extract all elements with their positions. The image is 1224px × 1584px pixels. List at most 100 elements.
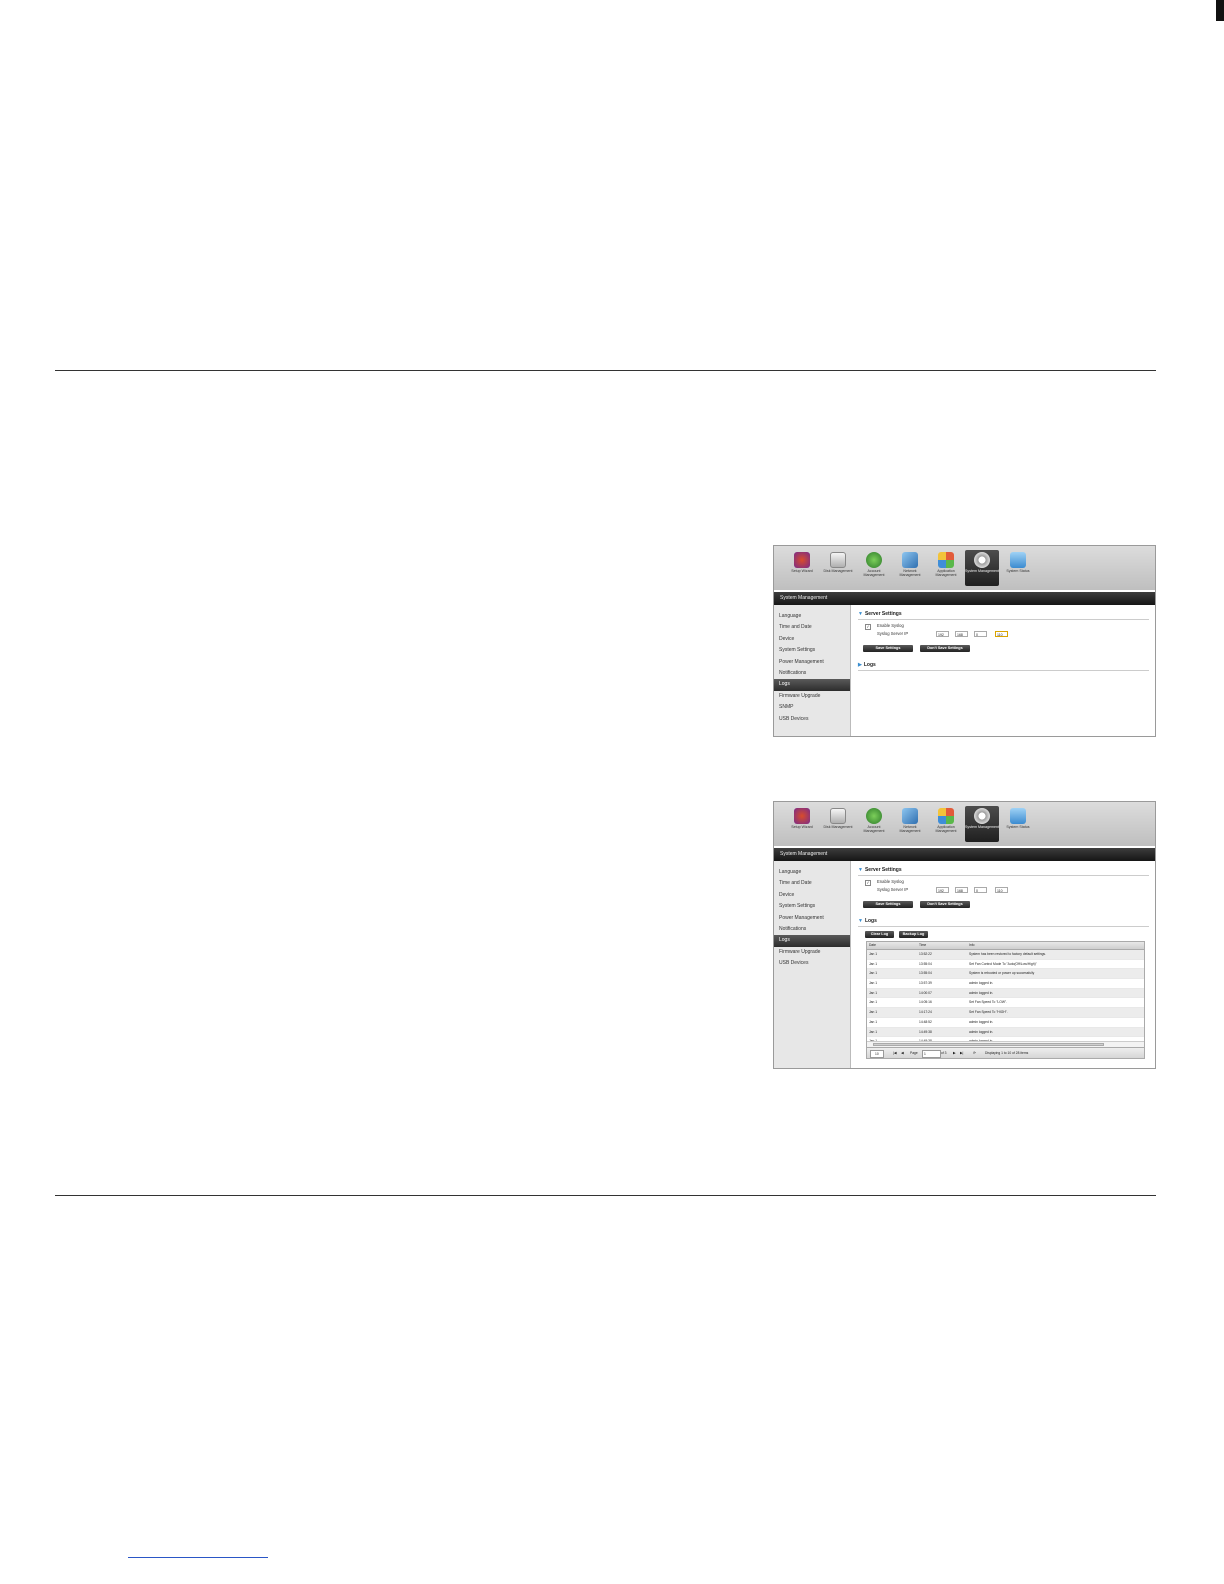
ip-octet-4[interactable]: 110 [995, 631, 1008, 637]
column-info[interactable]: Info [969, 942, 1139, 949]
toolbar-account-management[interactable]: Account Management [857, 806, 891, 842]
server-settings-header[interactable]: ▼ Server Settings [858, 610, 1149, 620]
sidebar-item-logs[interactable]: Logs [774, 935, 850, 947]
enable-syslog-checkbox[interactable]: ✓ [865, 880, 871, 886]
toolbar-network-management[interactable]: Network Management [893, 550, 927, 586]
ip-octet-3[interactable]: 0 [974, 631, 987, 637]
table-row[interactable]: Jan 1 13:52:22 System has been restored to… [867, 950, 1144, 960]
sidebar-item-notifications[interactable]: Notifications [774, 668, 850, 679]
toolbar-system-management[interactable]: System Management [965, 806, 999, 842]
backup-log-button[interactable]: Backup Log [899, 931, 928, 938]
cell-info: admin logged in. [969, 1019, 994, 1024]
panel-title: System Management [774, 848, 1155, 861]
toolbar-system-status[interactable]: System Status [1001, 806, 1035, 842]
table-row[interactable]: Jan 1 13:55:04 System is rebooted or power… [867, 969, 1144, 980]
toolbar-application-management[interactable]: Application Management [929, 806, 963, 842]
screenshot-syslog-logs: Setup Wizard Disk Management Account Man… [773, 801, 1156, 1069]
cell-date: Jan 1 [869, 952, 878, 956]
table-row[interactable]: Jan 1 14:48:52 admin logged in. [867, 1018, 1144, 1028]
enable-syslog-label: Enable Syslog [877, 623, 904, 628]
last-page-icon[interactable]: ▶| [960, 1048, 963, 1058]
sidebar-item-language[interactable]: Language [774, 867, 850, 878]
toolbar-setup-wizard[interactable]: Setup Wizard [785, 550, 819, 586]
system-status-icon [1010, 552, 1026, 568]
dont-save-settings-button[interactable]: Don't Save Settings [920, 901, 970, 908]
page-of-label: of 3 [941, 1051, 947, 1055]
dont-save-settings-button[interactable]: Don't Save Settings [920, 645, 970, 652]
table-row[interactable]: Jan 1 13:55:04 Set Fan Control Mode To "Au… [867, 960, 1144, 970]
sidebar-item-device[interactable]: Device [774, 634, 850, 645]
cell-info: admin logged in. [969, 981, 994, 986]
column-date[interactable]: Date [869, 942, 917, 949]
syslog-server-ip-label: Syslog Server IP [877, 887, 909, 892]
per-page-select[interactable]: 10 [870, 1050, 884, 1058]
next-page-icon[interactable]: ▶ [953, 1048, 956, 1058]
sidebar-item-power-management[interactable]: Power Management [774, 657, 850, 668]
toolbar-application-management[interactable]: Application Management [929, 550, 963, 586]
expanded-triangle-icon: ▼ [858, 867, 863, 873]
cell-date: Jan 1 [869, 971, 878, 976]
network-management-icon [902, 808, 918, 824]
sidebar-item-usb-devices[interactable]: USB Devices [774, 714, 850, 725]
pagination-bar: 10 |◀ ◀ Page 1 of 3 ▶ ▶| ⟳ Displaying 1 … [867, 1047, 1144, 1058]
sidebar-item-snmp[interactable]: SNMP [774, 702, 850, 713]
ip-octet-2[interactable]: 168 [955, 887, 968, 893]
prev-page-icon[interactable]: ◀ [901, 1048, 904, 1058]
table-row[interactable]: Jan 1 13:57:39 admin logged in. [867, 979, 1144, 989]
toolbar-setup-wizard[interactable]: Setup Wizard [785, 806, 819, 842]
sidebar-item-firmware-upgrade[interactable]: Firmware Upgrade [774, 691, 850, 702]
toolbar-network-management[interactable]: Network Management [893, 806, 927, 842]
toolbar-system-status[interactable]: System Status [1001, 550, 1035, 586]
refresh-icon[interactable]: ⟳ [973, 1048, 976, 1058]
expanded-triangle-icon: ▼ [858, 918, 863, 924]
sidebar-item-language[interactable]: Language [774, 611, 850, 622]
toolbar-disk-management[interactable]: Disk Management [821, 806, 855, 842]
sidebar-item-system-settings[interactable]: System Settings [774, 901, 850, 912]
sidebar: Language Time and Date Device System Set… [774, 861, 851, 1068]
logs-table: Date Time Info Jan 1 13:52:22 System has b… [866, 941, 1145, 1059]
first-page-icon[interactable]: |◀ [893, 1048, 896, 1058]
sidebar-item-firmware-upgrade[interactable]: Firmware Upgrade [774, 947, 850, 958]
clear-log-button[interactable]: Clear Log [865, 931, 894, 938]
toolbar-disk-management[interactable]: Disk Management [821, 550, 855, 586]
ip-octet-1[interactable]: 192 [936, 631, 949, 637]
ip-octet-3[interactable]: 0 [974, 887, 987, 893]
system-management-icon [974, 552, 990, 568]
cell-time: 13:55:04 [919, 961, 932, 966]
table-row[interactable]: Jan 1 14:49:38 admin logged in. [867, 1027, 1144, 1038]
server-settings-header[interactable]: ▼ Server Settings [858, 866, 1149, 876]
toolbar-system-management[interactable]: System Management [965, 550, 999, 586]
save-settings-button[interactable]: Save Settings [863, 901, 913, 908]
sidebar-item-logs[interactable]: Logs [774, 679, 850, 691]
sidebar-item-power-management[interactable]: Power Management [774, 913, 850, 924]
ip-octet-2[interactable]: 168 [955, 631, 968, 637]
save-settings-button[interactable]: Save Settings [863, 645, 913, 652]
main-toolbar: Setup Wizard Disk Management Account Man… [774, 546, 1155, 590]
main-content: ▼ Server Settings ✓ Enable Syslog Syslog … [852, 861, 1155, 1068]
sidebar-item-device[interactable]: Device [774, 890, 850, 901]
sidebar-item-system-settings[interactable]: System Settings [774, 645, 850, 656]
column-time[interactable]: Time [919, 942, 967, 949]
logs-header-collapsed[interactable]: ▶ Logs [858, 661, 1149, 671]
table-row[interactable]: Jan 1 14:17:24 Set Fan Speed To "HIGH". [867, 1008, 1144, 1018]
table-row[interactable]: Jan 1 14:00:07 admin logged in. [867, 988, 1144, 999]
sidebar-item-notifications[interactable]: Notifications [774, 924, 850, 935]
footer-link-underline[interactable] [128, 1557, 268, 1558]
logs-header[interactable]: ▼ Logs [858, 917, 1149, 927]
syslog-server-ip-label: Syslog Server IP [877, 631, 909, 636]
cell-time: 14:48:52 [919, 1019, 932, 1024]
toolbar-account-management[interactable]: Account Management [857, 550, 891, 586]
cell-date: Jan 1 [869, 1000, 878, 1005]
enable-syslog-checkbox[interactable]: ✓ [865, 624, 871, 630]
table-row[interactable]: Jan 1 14:05:16 Set Fan Speed To "LOW". [867, 998, 1144, 1009]
page-input[interactable]: 1 [922, 1050, 941, 1058]
scrollbar-thumb[interactable] [873, 1043, 1104, 1046]
ip-octet-1[interactable]: 192 [936, 887, 949, 893]
setup-wizard-icon [794, 552, 810, 568]
ip-octet-4[interactable]: 110 [995, 887, 1008, 893]
sidebar-item-time-and-date[interactable]: Time and Date [774, 622, 850, 633]
cell-date: Jan 1 [869, 981, 878, 986]
cell-info: Set Fan Speed To "LOW". [969, 1000, 1008, 1005]
sidebar-item-time-and-date[interactable]: Time and Date [774, 878, 850, 889]
sidebar-item-usb-devices[interactable]: USB Devices [774, 958, 850, 969]
